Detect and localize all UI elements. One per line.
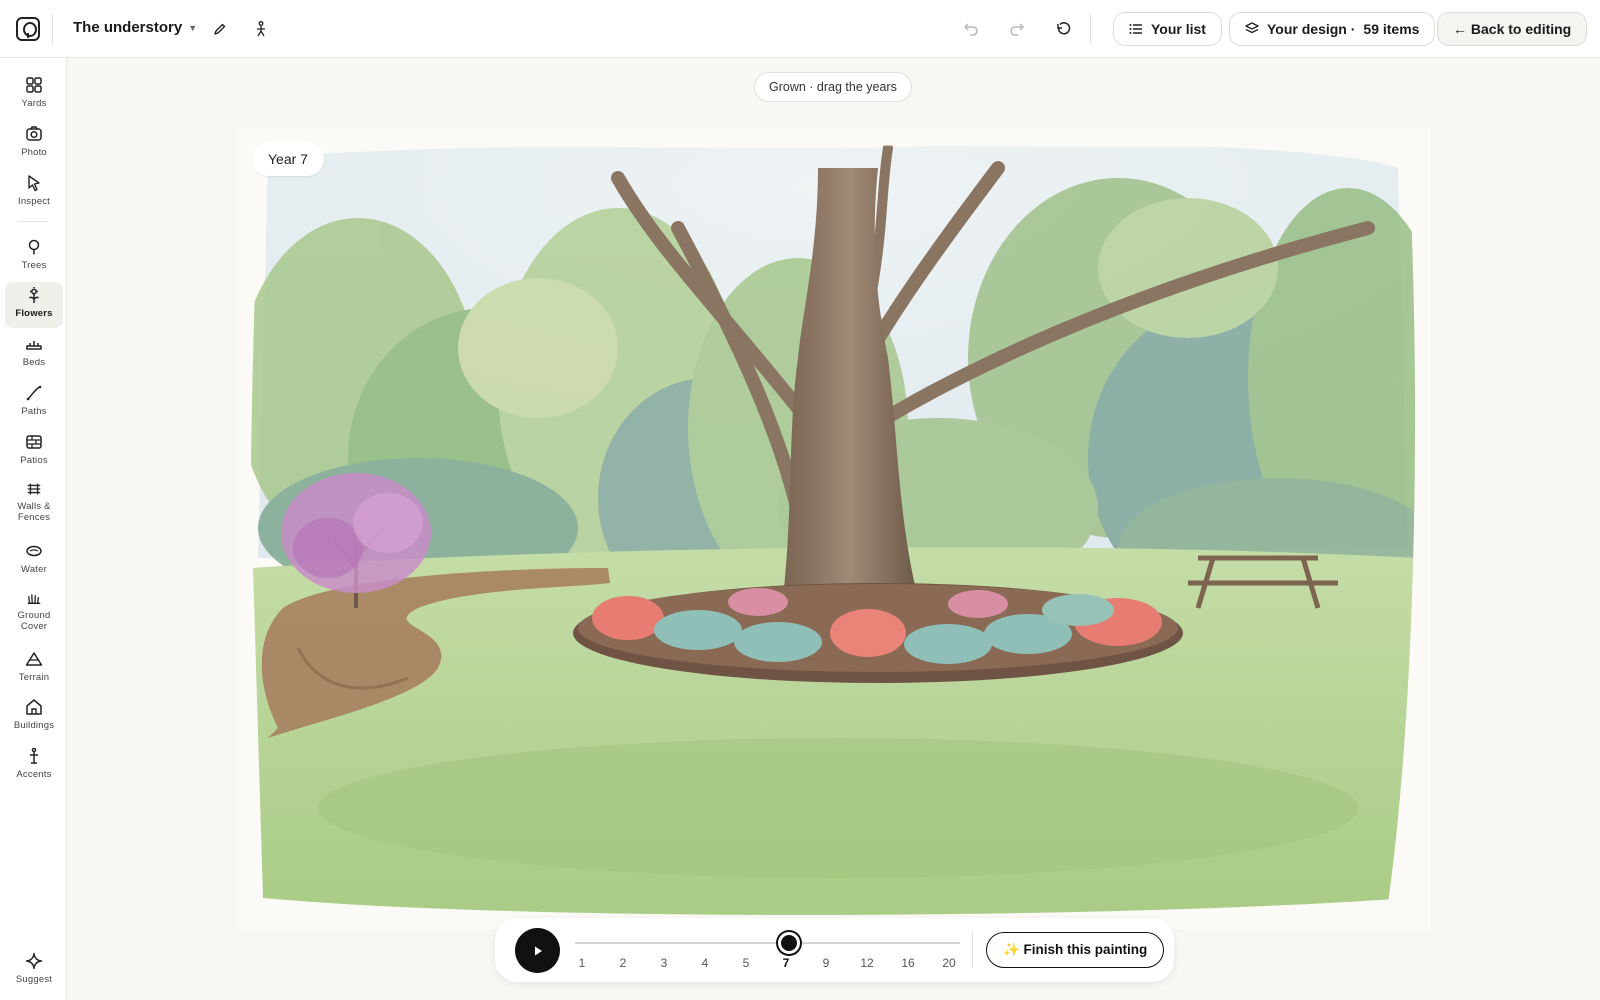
grid-icon (26, 77, 42, 93)
patio-icon (26, 435, 42, 449)
rename-button[interactable] (208, 17, 232, 41)
walk-view-button[interactable] (249, 17, 273, 41)
path-icon (26, 385, 42, 401)
tool-inspect[interactable]: Inspect (5, 170, 63, 216)
tool-sidebar: Yards Photo Inspect Trees Flowers Beds P… (0, 58, 67, 1000)
your-design-button[interactable]: Your design · 59 items (1229, 12, 1436, 46)
year-badge: Year 7 (252, 142, 324, 176)
tool-yards[interactable]: Yards (5, 72, 63, 118)
top-bar: The understory ▼ Your list Your design ·… (0, 0, 1600, 58)
year-tick[interactable]: 3 (649, 956, 679, 970)
play-icon (534, 946, 542, 955)
suggest-button[interactable]: Suggest (5, 948, 63, 994)
your-list-button[interactable]: Your list (1113, 12, 1222, 46)
item-count: 59 items (1363, 21, 1420, 37)
year-slider-thumb[interactable] (778, 932, 800, 954)
sidebar-divider (18, 221, 48, 222)
tool-accents[interactable]: Accents (5, 743, 63, 789)
undo-icon (963, 23, 978, 36)
terrain-icon (25, 652, 43, 666)
year-tick[interactable]: 4 (690, 956, 720, 970)
garden-painting[interactable]: Year 7 (238, 128, 1431, 929)
fence-icon (27, 483, 41, 495)
header-divider (1090, 14, 1091, 44)
year-timeline: 1 2 3 4 5 7 9 12 16 20 ✨ Finish this pai… (495, 918, 1174, 982)
accent-icon (30, 747, 38, 764)
year-tick[interactable]: 9 (811, 956, 841, 970)
layers-icon (1245, 22, 1259, 34)
camera-icon (26, 126, 42, 141)
timeline-divider (972, 932, 973, 968)
year-tick-selected[interactable]: 7 (771, 956, 801, 970)
undo-button[interactable] (959, 17, 983, 41)
back-to-editing-button[interactable]: ← Back to editing (1437, 12, 1588, 46)
cursor-icon (28, 175, 40, 192)
year-tick[interactable]: 1 (567, 956, 597, 970)
tool-trees[interactable]: Trees (5, 234, 63, 280)
bed-icon (26, 341, 42, 350)
reset-button[interactable] (1051, 17, 1075, 41)
tool-ground-cover[interactable]: Ground Cover (5, 586, 63, 632)
reset-icon (1057, 22, 1071, 35)
house-icon (26, 699, 42, 715)
canvas-hint: Grown · drag the years (754, 72, 912, 102)
year-tick[interactable]: 5 (731, 956, 761, 970)
year-tick[interactable]: 2 (608, 956, 638, 970)
chevron-down-icon: ▼ (188, 22, 198, 33)
grass-icon (27, 594, 41, 604)
tree-icon (28, 239, 40, 255)
tool-walls-fences[interactable]: Walls & Fences (5, 477, 63, 523)
redo-button[interactable] (1005, 17, 1029, 41)
flower-icon (28, 287, 40, 303)
tool-terrain[interactable]: Terrain (5, 646, 63, 692)
tool-flowers[interactable]: Flowers (5, 282, 63, 328)
year-slider-track[interactable] (575, 942, 960, 944)
project-name: The understory (73, 19, 183, 36)
tool-beds[interactable]: Beds (5, 331, 63, 377)
finish-painting-button[interactable]: ✨ Finish this painting (986, 932, 1165, 968)
pencil-icon (214, 23, 226, 35)
app-logo-icon[interactable] (16, 17, 40, 41)
tool-buildings[interactable]: Buildings (5, 694, 63, 740)
person-icon (257, 21, 265, 37)
year-tick[interactable]: 16 (893, 956, 923, 970)
redo-icon (1010, 23, 1025, 36)
year-tick[interactable]: 12 (852, 956, 882, 970)
sparkle-icon (25, 952, 43, 970)
play-button[interactable] (515, 928, 560, 973)
water-icon (26, 545, 42, 557)
watercolor-scene-image (238, 128, 1431, 929)
year-tick[interactable]: 20 (934, 956, 964, 970)
project-menu[interactable]: The understory ▼ (73, 19, 197, 36)
tool-photo[interactable]: Photo (5, 121, 63, 167)
header-divider (52, 14, 53, 44)
list-icon (1129, 24, 1142, 34)
tool-paths[interactable]: Paths (5, 380, 63, 426)
tool-water[interactable]: Water (5, 538, 63, 584)
tool-patios[interactable]: Patios (5, 429, 63, 475)
